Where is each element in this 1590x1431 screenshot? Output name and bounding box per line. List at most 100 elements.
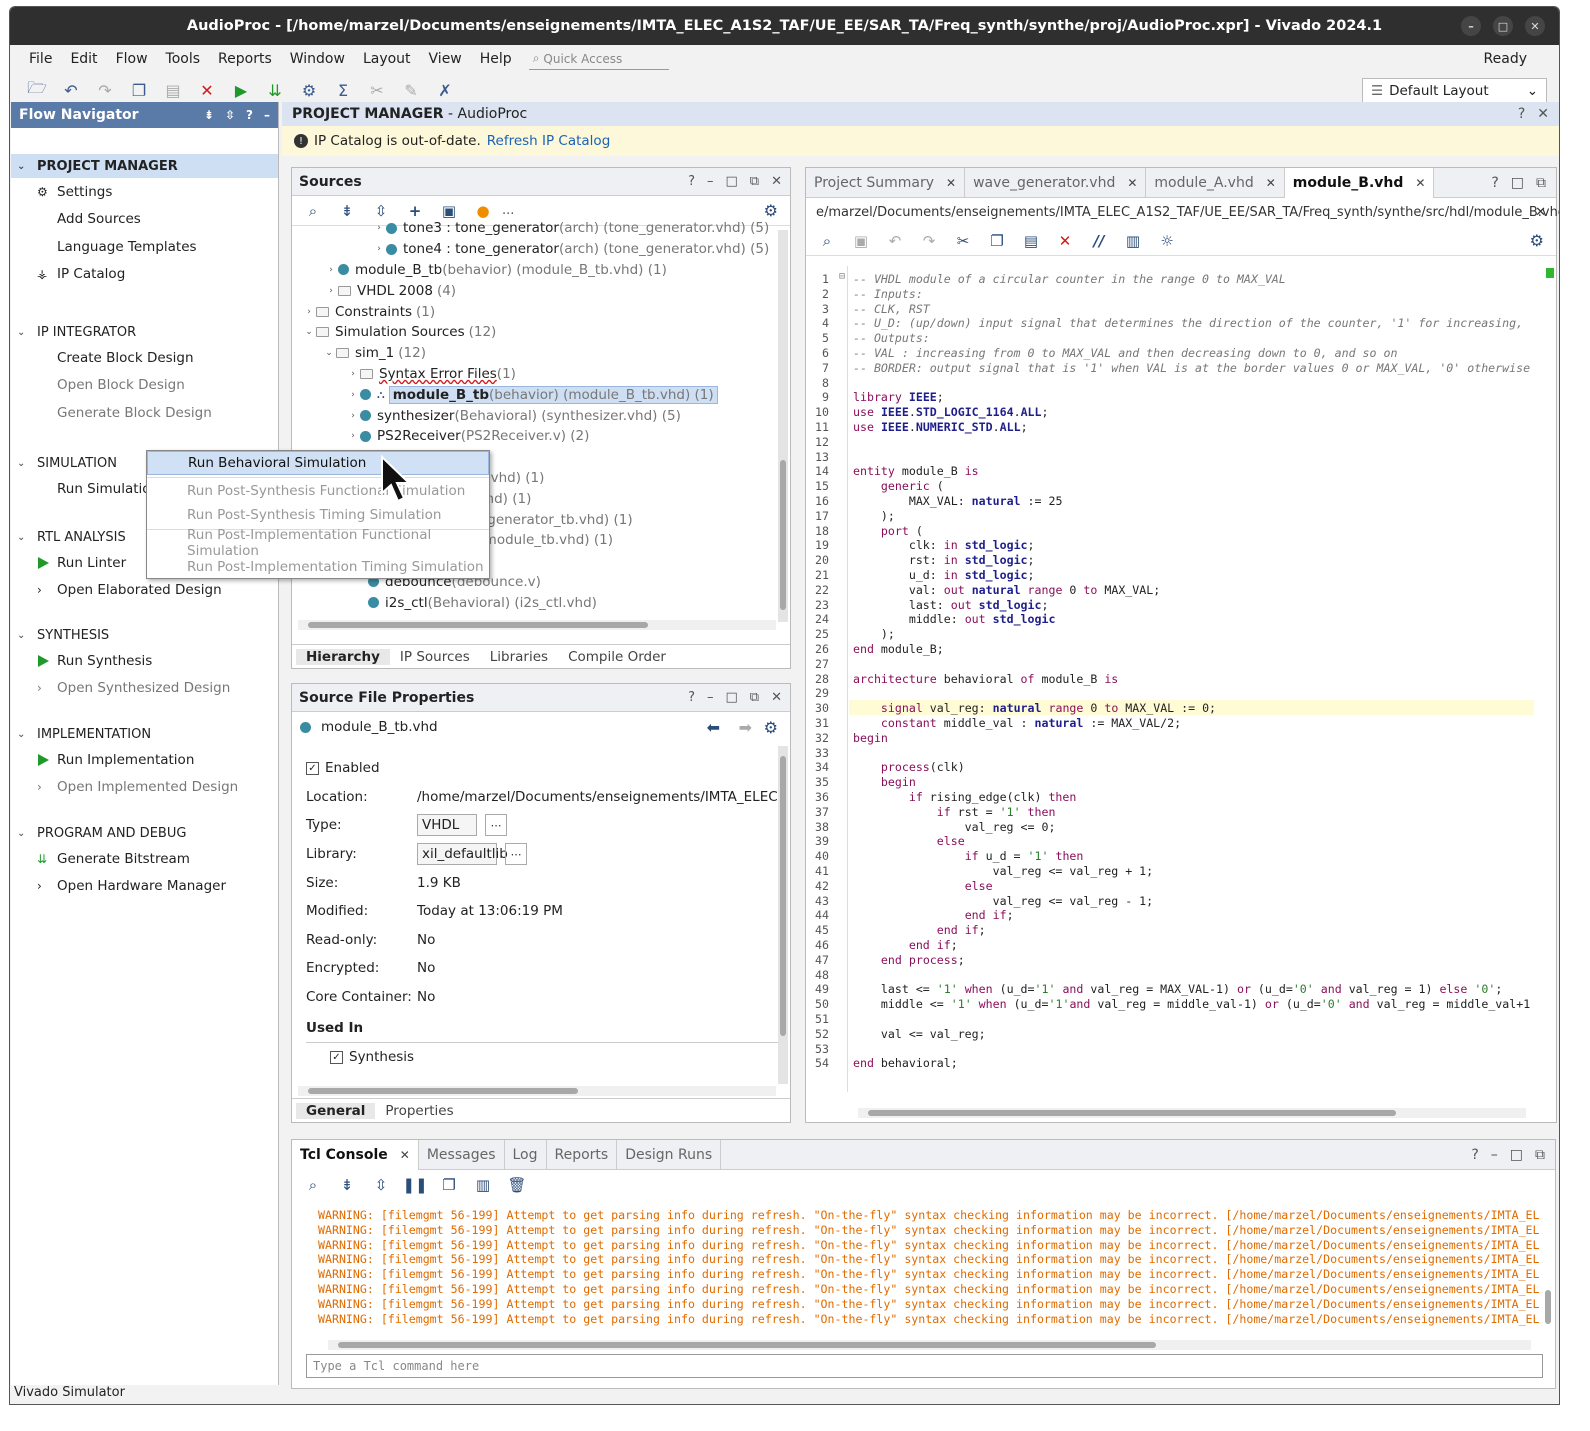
maximize-icon[interactable]: □ [1510,1147,1523,1163]
nav-ip-catalog[interactable]: ⚶ IP Catalog [11,261,278,289]
close-icon[interactable]: ✕ [771,690,782,705]
minimize-icon[interactable]: – [1491,1147,1498,1163]
pencil-icon[interactable]: ✎ [394,77,428,103]
sources-hscroll[interactable] [298,620,776,630]
copy-icon[interactable]: ❐ [122,77,156,103]
ctx-run-post-implementation-timing-simulation[interactable]: Run Post-Implementation Timing Simulatio… [147,555,489,579]
float-icon[interactable]: ⧉ [1536,175,1546,191]
menu-view[interactable]: View [420,51,471,67]
menu-file[interactable]: File [20,51,61,67]
ctx-run-post-synthesis-timing-simulation[interactable]: Run Post-Synthesis Timing Simulation [147,503,489,527]
save-icon[interactable]: ▣ [846,232,876,250]
tab-ip-sources[interactable]: IP Sources [390,649,480,665]
tree-row[interactable]: › PS2Receiver(PS2Receiver.v) (2) [292,426,790,447]
chevron-right-icon[interactable]: › [346,390,360,400]
help-icon[interactable]: ? [688,174,695,189]
tcl-vscroll[interactable] [1543,1202,1553,1334]
tree-row[interactable]: › synthesizer(Behavioral) (synthesizer.vh… [292,405,790,426]
chevron-right-icon[interactable]: › [372,244,386,254]
chevron-right-icon[interactable]: › [372,223,386,233]
comment-icon[interactable]: // [1084,232,1114,250]
tool-disabled-icon[interactable]: ✂ [360,77,394,103]
nav-language-templates[interactable]: Language Templates [11,233,278,261]
close-icon[interactable]: ✕ [1127,176,1137,190]
tab-compile-order[interactable]: Compile Order [558,649,676,665]
expand-all-icon[interactable]: ⇳ [366,202,396,220]
close-icon[interactable]: ✕ [1535,205,1546,220]
undo-icon[interactable]: ↶ [54,77,88,103]
run-icon[interactable]: ▶ [224,77,258,103]
menu-flow[interactable]: Flow [107,51,157,67]
tcl-tab-messages[interactable]: Messages [419,1139,505,1170]
cut-icon[interactable]: ✂ [948,232,978,250]
columns-icon[interactable]: ▥ [1118,232,1148,250]
nav-open-hardware-manager[interactable]: › Open Hardware Manager [11,873,278,901]
tree-row[interactable]: › Syntax Error Files(1) [292,364,790,385]
tree-row[interactable]: ⌄ sim_1 (12) [292,343,790,364]
properties-vscroll[interactable] [778,746,788,1084]
tcl-tab-log[interactable]: Log [505,1139,547,1170]
paste-icon[interactable]: ▤ [1016,232,1046,250]
tcl-command-input[interactable]: Type a Tcl command here [306,1354,1543,1378]
lightbulb-icon[interactable]: ☼ [1152,232,1182,250]
help-icon[interactable]: ? [1518,106,1525,122]
sources-vscroll[interactable] [778,230,788,622]
section-synthesis[interactable]: ⌄ SYNTHESIS [11,623,278,647]
quick-access-search[interactable]: ⌕ Quick Access [528,48,669,70]
copy-icon[interactable]: ❐ [982,232,1012,250]
chevron-right-icon[interactable]: › [346,411,360,421]
sigma-icon[interactable]: Σ [326,77,360,103]
nav-open-implemented-design[interactable]: › Open Implemented Design [11,774,278,802]
enabled-checkbox[interactable]: ✓ [306,761,319,775]
nav-generate-bitstream[interactable]: ⇊ Generate Bitstream [11,845,278,873]
tcl-tab-design-runs[interactable]: Design Runs [617,1139,722,1170]
editor-tab-module-b-vhd[interactable]: module_B.vhd ✕ [1284,167,1435,198]
tcl-hscroll[interactable] [328,1340,1531,1350]
chevron-right-icon[interactable]: › [346,431,360,441]
menu-window[interactable]: Window [281,51,354,67]
properties-hscroll[interactable] [298,1086,776,1096]
back-arrow-icon[interactable]: ⬅ [707,718,720,737]
editor-vscroll[interactable] [1544,266,1554,1106]
editor-hscroll[interactable] [858,1108,1526,1118]
nav-create-block-design[interactable]: Create Block Design [11,344,278,372]
pause-icon[interactable]: ❚❚ [400,1176,430,1194]
maximize-icon[interactable]: □ [726,174,738,189]
more-options-button[interactable]: ⋯ [485,814,507,837]
tree-row[interactable]: i2s_ctl(Behavioral) (i2s_ctl.vhd) [292,592,790,610]
ctx-run-post-synthesis-functional-simulation[interactable]: Run Post-Synthesis Functional Simulation [147,480,489,504]
trash-icon[interactable]: 🗑 [502,1176,532,1194]
float-icon[interactable]: ⧉ [1535,1147,1545,1163]
warning-icon[interactable]: ● [468,202,498,220]
section-ip-integrator[interactable]: ⌄ IP INTEGRATOR [11,320,278,344]
tcl-tab-reports[interactable]: Reports [547,1139,618,1170]
bitstream-icon[interactable]: ⇊ [258,77,292,103]
properties-icon[interactable]: ▣ [434,202,464,220]
editor-tab-module-a-vhd[interactable]: module_A.vhd ✕ [1146,167,1285,198]
more-options-button[interactable]: ⋯ [505,843,527,866]
add-icon[interactable]: + [400,202,430,220]
synthesis-checkbox[interactable]: ✓ [330,1050,343,1064]
menu-edit[interactable]: Edit [61,51,106,67]
open-project-icon[interactable]: 🗁 [20,77,54,103]
minimize-icon[interactable]: – [264,108,270,122]
editor-tab-project-summary[interactable]: Project Summary ✕ [806,167,966,198]
nav-open-synthesized-design[interactable]: › Open Synthesized Design [11,675,278,703]
chevron-right-icon[interactable]: › [324,265,338,275]
nav-run-implementation[interactable]: Run Implementation [11,746,278,774]
help-icon[interactable]: ? [1491,175,1498,191]
forward-arrow-icon[interactable]: ➡ [739,718,752,737]
type-field[interactable]: VHDL [417,814,477,837]
tree-row[interactable]: › tone3 : tone_generator(arch) (tone_gene… [292,218,790,239]
help-icon[interactable]: ? [688,690,695,705]
expand-all-icon[interactable]: ⇳ [366,1176,396,1194]
tree-row[interactable]: ⌄ Simulation Sources (12) [292,322,790,343]
redo-icon[interactable]: ↷ [88,77,122,103]
close-icon[interactable]: ✕ [1537,106,1549,122]
help-icon[interactable]: ? [246,108,253,122]
nav-generate-block-design[interactable]: Generate Block Design [11,399,278,427]
fold-marker-icon[interactable]: ⊟ [839,271,845,282]
chevron-right-icon[interactable]: › [302,307,316,317]
tree-row[interactable]: › ⛬ module_B_tb(behavior) (module_B_tb.vhd… [292,384,790,405]
editor-tab-wave-generator-vhd[interactable]: wave_generator.vhd ✕ [965,167,1147,198]
